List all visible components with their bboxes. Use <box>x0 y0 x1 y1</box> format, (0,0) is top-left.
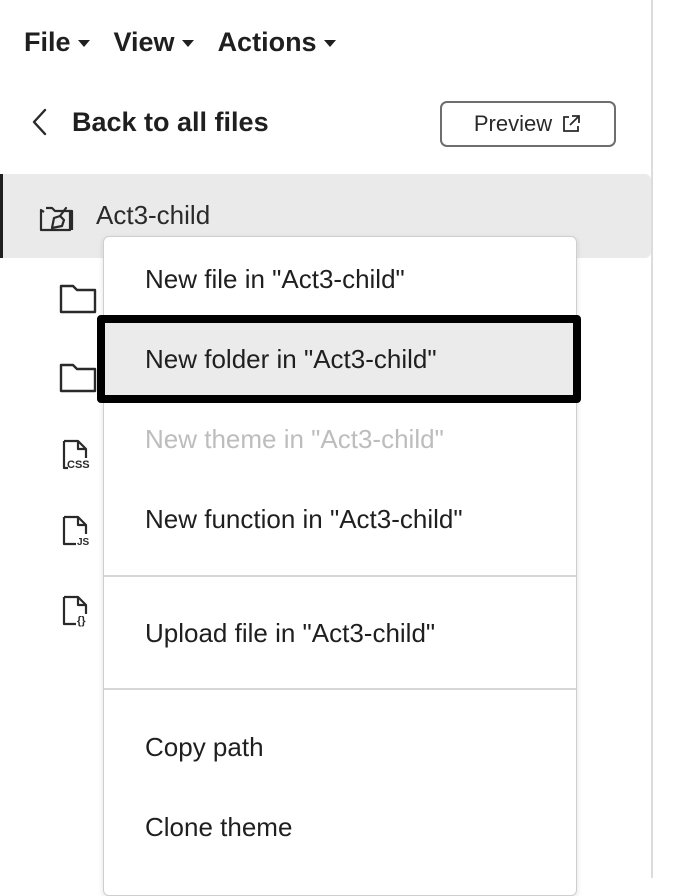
chevron-left-icon <box>32 108 47 136</box>
menu-item-new-file[interactable]: New file in "Act3-child" <box>104 239 576 319</box>
tree-item-json-file[interactable]: {} <box>58 594 98 634</box>
tree-item-js-file[interactable]: JS <box>58 514 98 554</box>
back-label: Back to all files <box>72 106 269 137</box>
context-menu: New file in "Act3-child" New folder in "… <box>97 236 581 896</box>
actions-menu-label: Actions <box>217 26 317 57</box>
panel-divider <box>651 0 653 878</box>
menu-bar: File View Actions <box>24 22 360 62</box>
json-badge: {} <box>77 615 86 627</box>
menu-item-label: New file in "Act3-child" <box>145 263 405 294</box>
menu-item-label: New function in "Act3-child" <box>145 503 463 534</box>
preview-button[interactable]: Preview <box>440 101 616 147</box>
menu-item-label: New folder in "Act3-child" <box>145 343 437 374</box>
menu-item-label: Upload file in "Act3-child" <box>145 617 436 648</box>
menu-item-label: Copy path <box>145 731 264 762</box>
menu-item-new-function[interactable]: New function in "Act3-child" <box>104 479 576 559</box>
menu-item-new-folder[interactable]: New folder in "Act3-child" <box>97 315 581 403</box>
external-link-icon <box>563 115 581 132</box>
json-file-icon: {} <box>62 595 88 627</box>
menu-item-new-theme: New theme in "Act3-child" <box>104 399 576 479</box>
file-menu-label: File <box>24 26 71 57</box>
actions-menu[interactable]: Actions <box>218 27 336 58</box>
menu-separator <box>104 688 576 690</box>
js-file-icon: JS <box>62 515 90 548</box>
caret-down-icon <box>323 39 336 47</box>
menu-item-upload-file[interactable]: Upload file in "Act3-child" <box>104 593 576 673</box>
caret-down-icon <box>181 39 194 47</box>
tree-item-folder[interactable] <box>58 278 98 318</box>
menu-item-label: Clone theme <box>145 811 293 842</box>
view-menu-label: View <box>113 26 175 57</box>
menu-item-clone-theme[interactable]: Clone theme <box>104 787 576 867</box>
menu-item-label: New theme in "Act3-child" <box>145 423 444 454</box>
tree-item-css-file[interactable]: CSS <box>58 438 98 478</box>
back-to-all-files-link[interactable]: Back to all files <box>28 100 269 144</box>
folder-icon <box>59 363 97 393</box>
css-badge: CSS <box>67 459 90 471</box>
menu-item-copy-path[interactable]: Copy path <box>104 707 576 787</box>
menu-separator <box>104 575 576 577</box>
file-menu[interactable]: File <box>24 27 90 58</box>
preview-label: Preview <box>473 111 553 136</box>
tree-item-folder[interactable] <box>58 357 98 397</box>
view-menu[interactable]: View <box>114 27 194 58</box>
js-badge: JS <box>77 537 90 548</box>
tree-root-label: Act3-child <box>96 200 211 230</box>
css-file-icon: CSS <box>62 439 90 471</box>
theme-folder-icon <box>39 206 74 232</box>
caret-down-icon <box>77 39 90 47</box>
folder-icon <box>59 284 97 314</box>
active-indicator <box>0 174 3 258</box>
